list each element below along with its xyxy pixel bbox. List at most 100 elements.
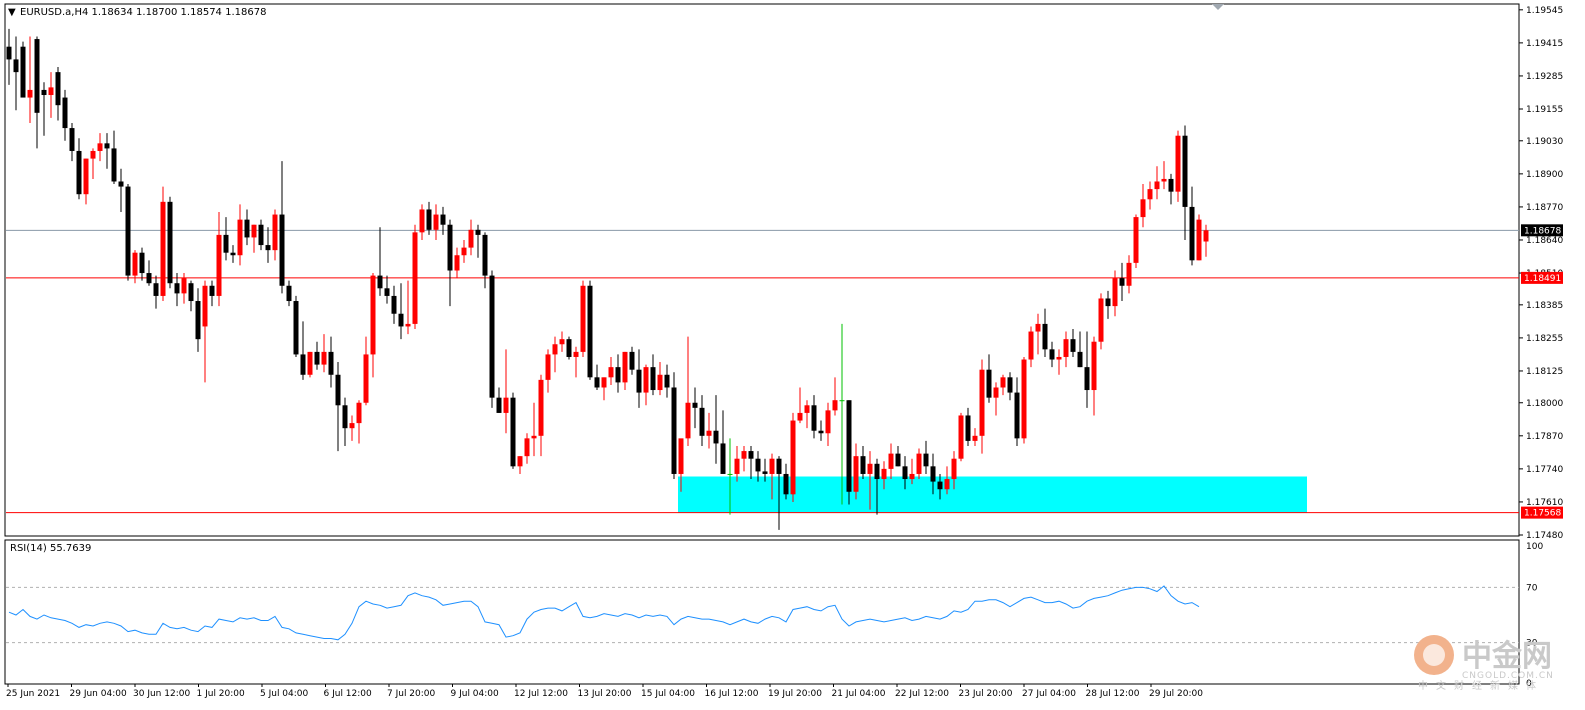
candle-body xyxy=(237,219,243,256)
candle-body xyxy=(454,255,460,271)
support-price-tag: 1.17568 xyxy=(1521,506,1563,519)
candle-body xyxy=(146,273,152,284)
candle-body xyxy=(272,214,278,251)
time-tick-label: 19 Jul 20:00 xyxy=(768,689,822,699)
candle xyxy=(167,196,173,289)
candle xyxy=(307,351,313,378)
candle-body xyxy=(230,252,236,256)
price-tick-label: 1.17740 xyxy=(1526,465,1563,475)
candle-body xyxy=(909,473,915,480)
candle-body xyxy=(1056,356,1062,360)
candle-body xyxy=(1189,206,1195,261)
current-price-tag-label: 1.18678 xyxy=(1524,226,1561,236)
candle-body xyxy=(979,369,985,436)
candle-body xyxy=(790,420,796,495)
time-tick-label: 22 Jul 12:00 xyxy=(895,689,949,699)
candle-body xyxy=(328,351,334,375)
candle-body xyxy=(657,374,663,391)
watermark-tagline: 中文财经新媒体 xyxy=(1418,679,1544,692)
time-tick-label: 29 Jul 20:00 xyxy=(1149,689,1203,699)
price-tick-label: 1.18770 xyxy=(1526,203,1563,213)
candle-body xyxy=(685,402,691,439)
candle xyxy=(1021,356,1027,444)
price-tick-label: 1.19415 xyxy=(1526,39,1563,49)
candle-body xyxy=(902,466,908,480)
candle-body xyxy=(713,430,719,444)
candle-body xyxy=(944,479,950,490)
candle-body xyxy=(363,354,369,403)
candle-body xyxy=(1175,135,1181,192)
candle-body xyxy=(426,209,432,230)
candle-body xyxy=(650,367,656,391)
candle-body xyxy=(335,374,341,406)
candle-body xyxy=(923,453,929,467)
candle-body xyxy=(741,451,747,459)
time-tick-label: 23 Jul 20:00 xyxy=(959,689,1013,699)
candle-body xyxy=(699,407,705,436)
candle-body xyxy=(62,97,68,129)
candle-body xyxy=(83,158,89,195)
watermark-url: CNGOLD.COM.CN xyxy=(1462,671,1554,681)
candle-body xyxy=(118,181,124,187)
candle-body xyxy=(111,148,117,182)
candle-body xyxy=(706,430,712,436)
time-tick-label: 15 Jul 04:00 xyxy=(641,689,695,699)
candle-body xyxy=(244,219,250,238)
candle-body xyxy=(321,351,327,365)
time-tick-label: 5 Jul 04:00 xyxy=(260,689,309,699)
candle-body xyxy=(370,275,376,355)
price-tick-label: 1.17870 xyxy=(1526,432,1563,442)
candle-body xyxy=(643,367,649,393)
candle xyxy=(580,280,586,357)
candle-body xyxy=(475,229,481,235)
candle-body xyxy=(1063,339,1069,357)
candle-body xyxy=(293,301,299,355)
candle-body xyxy=(734,458,740,474)
candle-body xyxy=(377,275,383,289)
candle-body xyxy=(748,451,754,459)
candle-body xyxy=(1182,135,1188,207)
rsi-label: RSI(14) 55.7639 xyxy=(10,543,91,554)
candle-body xyxy=(405,323,411,327)
chart-canvas[interactable]: ▼ EURUSD.a,H4 1.18634 1.18700 1.18574 1.… xyxy=(0,0,1585,710)
candle-body xyxy=(6,46,12,60)
candle-body xyxy=(461,247,467,256)
candle xyxy=(566,336,572,360)
rsi-panel-frame xyxy=(4,539,1520,685)
price-tick-label: 1.18125 xyxy=(1526,367,1563,377)
candle-body xyxy=(1168,178,1174,192)
candle-body xyxy=(1105,298,1111,307)
candle-body xyxy=(601,377,607,388)
price-tick-label: 1.19545 xyxy=(1526,6,1563,16)
candle-body xyxy=(1077,351,1083,368)
candle-body xyxy=(496,397,502,413)
watermark: 中金网 CNGOLD.COM.CN 中文财经新媒体 xyxy=(1414,635,1554,692)
candle-body xyxy=(853,456,859,492)
candle-body xyxy=(1035,323,1041,332)
candle xyxy=(1196,214,1202,261)
candle-body xyxy=(1021,359,1027,439)
candle xyxy=(412,224,418,329)
candle-body xyxy=(419,209,425,233)
candle-body xyxy=(195,301,201,340)
candle-body xyxy=(398,313,404,327)
collapse-arrow-icon[interactable]: ▼ xyxy=(8,7,16,18)
price-tick-label: 1.19285 xyxy=(1526,72,1563,82)
candle-body xyxy=(412,232,418,324)
candle-body xyxy=(517,456,523,467)
time-tick-label: 1 Jul 20:00 xyxy=(197,689,246,699)
candle-body xyxy=(34,39,40,113)
candle xyxy=(20,41,26,98)
time-tick-label: 25 Jun 2021 xyxy=(6,689,60,699)
candle xyxy=(489,270,495,408)
candle-body xyxy=(1133,217,1139,263)
candle-body xyxy=(503,397,509,413)
candle-body xyxy=(468,229,474,248)
candle-body xyxy=(1084,367,1090,391)
candle-body xyxy=(538,379,544,436)
resistance-price-tag: 1.18491 xyxy=(1521,271,1563,284)
candle-body xyxy=(531,435,537,439)
candle-body xyxy=(20,46,26,98)
candle-body xyxy=(174,283,180,294)
candle-body xyxy=(895,453,901,467)
